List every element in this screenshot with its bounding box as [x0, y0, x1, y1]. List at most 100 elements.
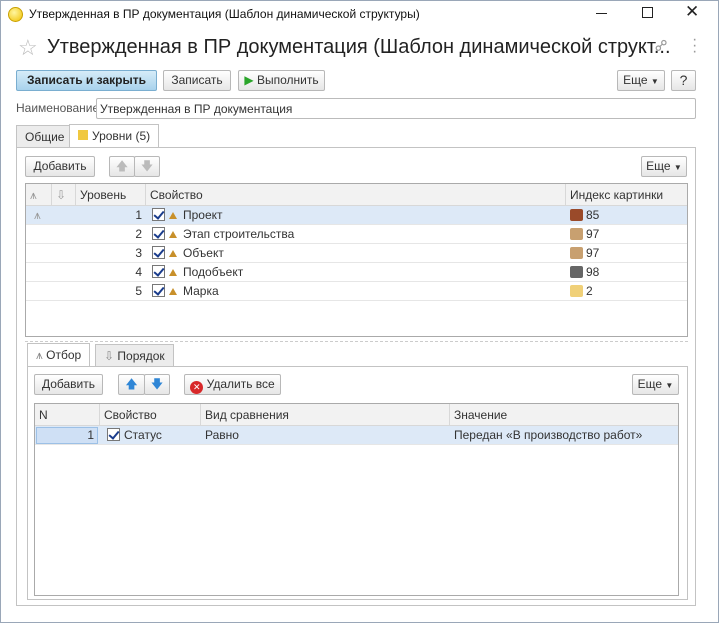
levels-move-up-button[interactable]: 🡅: [109, 156, 135, 177]
row-picture-index: 97: [566, 225, 599, 244]
levels-more-button[interactable]: Еще ▼: [641, 156, 687, 177]
help-button[interactable]: ?: [671, 70, 696, 91]
row-index-label: 85: [586, 208, 600, 222]
row-property-label: Марка: [183, 284, 219, 298]
col-filter-property: Свойство: [100, 404, 201, 426]
row-property-label: Этап строительства: [183, 227, 295, 241]
picture-icon: [570, 228, 583, 240]
filter-table-header: N Свойство Вид сравнения Значение: [35, 404, 678, 426]
row-property[interactable]: Проект: [148, 206, 223, 225]
picture-icon: [570, 209, 583, 221]
row-index-label: 97: [586, 227, 600, 241]
run-label: Выполнить: [256, 73, 319, 87]
level-row[interactable]: 3 Объект 97: [26, 244, 687, 263]
levels-more-label: Еще: [646, 159, 671, 173]
picture-icon: [570, 285, 583, 297]
row-property[interactable]: Подобъект: [148, 263, 243, 282]
picture-icon: [570, 266, 583, 278]
save-and-close-button[interactable]: Записать и закрыть: [16, 70, 157, 91]
col-n: N: [35, 404, 100, 426]
app-icon: [8, 7, 23, 22]
more-button[interactable]: Еще ▼: [617, 70, 665, 91]
filter-row-n[interactable]: 1: [36, 427, 98, 444]
page-title: Утвержденная в ПР документация (Шаблон д…: [47, 36, 671, 58]
checkbox[interactable]: [152, 284, 165, 297]
tab-filter-label: Отбор: [46, 348, 82, 362]
tab-filter[interactable]: ⩚ Отбор: [27, 343, 91, 367]
favorite-star-icon[interactable]: ☆: [18, 35, 38, 61]
levels-move-down-button[interactable]: 🡇: [134, 156, 160, 177]
tab-order[interactable]: ⇩ Порядок: [95, 344, 174, 367]
row-filter-icon: ⩚: [34, 208, 41, 222]
row-picture-index: 85: [566, 206, 599, 225]
col-level: Уровень: [76, 184, 146, 206]
name-label: Наименование:: [16, 101, 103, 115]
levels-add-button[interactable]: Добавить: [25, 156, 95, 177]
level-row[interactable]: 4 Подобъект 98: [26, 263, 687, 282]
filter-row-value[interactable]: Передан «В производство работ»: [450, 426, 642, 445]
filter-row-comparison[interactable]: Равно: [201, 426, 239, 445]
filter-row[interactable]: 1 Статус Равно Передан «В производство р…: [35, 426, 678, 445]
row-picture-index: 98: [566, 263, 599, 282]
name-input[interactable]: [96, 98, 696, 119]
row-picture-index: 97: [566, 244, 599, 263]
row-picture-index: 2: [566, 282, 593, 301]
filter-row-property-label: Статус: [124, 428, 162, 442]
checkbox[interactable]: [152, 246, 165, 259]
checkbox[interactable]: [152, 265, 165, 278]
picture-icon: [570, 247, 583, 259]
filter-add-button[interactable]: Добавить: [34, 374, 103, 395]
maximize-button[interactable]: [642, 7, 653, 18]
level-row[interactable]: 2 Этап строительства 97: [26, 225, 687, 244]
filter-move-up-button[interactable]: 🡅: [118, 374, 145, 395]
order-column-icon: ⇩: [52, 184, 76, 206]
row-property[interactable]: Объект: [148, 244, 224, 263]
row-level: 2: [135, 227, 142, 241]
tab-levels[interactable]: Уровни (5): [69, 124, 160, 148]
levels-icon: [78, 130, 88, 140]
row-index-label: 97: [586, 246, 600, 260]
row-index-label: 2: [586, 284, 593, 298]
row-property[interactable]: Этап строительства: [148, 225, 294, 244]
property-icon: [169, 250, 177, 257]
tab-order-label: Порядок: [117, 349, 165, 363]
row-index-label: 98: [586, 265, 600, 279]
window-title: Утвержденная в ПР документация (Шаблон д…: [29, 7, 420, 21]
checkbox[interactable]: [107, 428, 120, 441]
checkbox[interactable]: [152, 208, 165, 221]
filter-icon: ⩚: [36, 348, 43, 362]
more-label: Еще: [623, 73, 648, 87]
property-icon: [169, 231, 177, 238]
filter-table[interactable]: N Свойство Вид сравнения Значение 1 Стат…: [34, 403, 679, 596]
col-picture-index: Индекс картинки: [570, 188, 664, 202]
run-button[interactable]: ▶ Выполнить: [238, 70, 325, 91]
filter-move-down-button[interactable]: 🡇: [144, 374, 170, 395]
tab-general[interactable]: Общие: [16, 125, 74, 148]
level-row[interactable]: ⩚ 1 Проект 85: [26, 206, 687, 225]
play-icon: ▶: [244, 73, 254, 87]
minimize-button[interactable]: [596, 13, 607, 14]
checkbox[interactable]: [152, 227, 165, 240]
filter-row-property[interactable]: Статус: [103, 426, 162, 445]
levels-table[interactable]: ⩚ ⇩ Уровень Свойство Индекс картинки ⩚ 1 …: [25, 183, 688, 337]
row-property-label: Проект: [183, 208, 223, 222]
delete-icon: ✕: [190, 381, 204, 394]
more-actions-icon[interactable]: · · ·: [692, 32, 697, 60]
splitter[interactable]: [25, 341, 688, 342]
delete-all-button[interactable]: ✕ Удалить все: [184, 374, 281, 395]
row-level: 1: [135, 208, 142, 222]
save-button[interactable]: Записать: [163, 70, 231, 91]
row-property[interactable]: Марка: [148, 282, 219, 301]
row-level: 4: [135, 265, 142, 279]
order-icon: ⇩: [104, 349, 115, 363]
row-level: 5: [135, 284, 142, 298]
filter-column-icon: ⩚: [26, 184, 52, 206]
row-property-label: Подобъект: [183, 265, 244, 279]
row-level: 3: [135, 246, 142, 260]
property-icon: [169, 269, 177, 276]
filter-more-button[interactable]: Еще ▼: [632, 374, 679, 395]
col-value: Значение: [454, 408, 508, 422]
close-button[interactable]: ✕: [685, 2, 699, 22]
level-row[interactable]: 5 Марка 2: [26, 282, 687, 301]
property-icon: [169, 212, 177, 219]
